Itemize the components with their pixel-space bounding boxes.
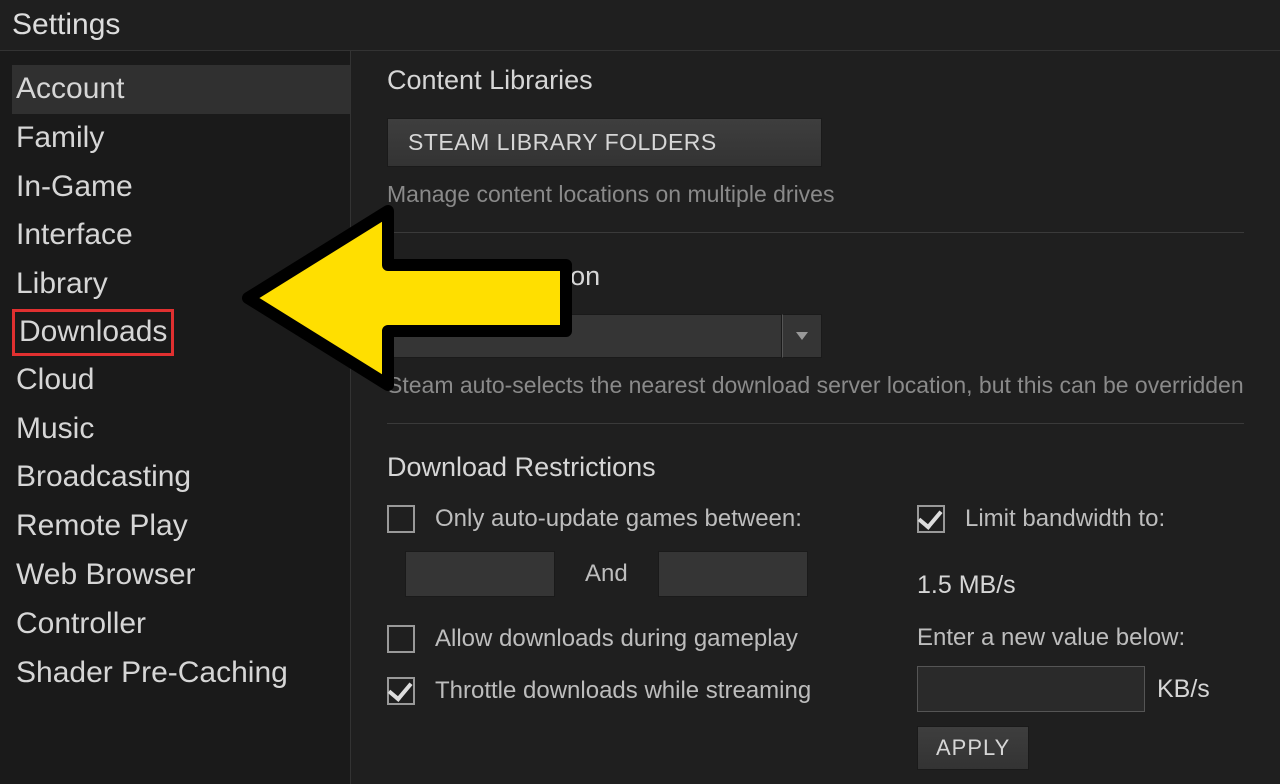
sidebar-item-web-browser[interactable]: Web Browser (12, 551, 350, 600)
sidebar-item-in-game[interactable]: In-Game (12, 163, 350, 212)
sidebar-item-interface[interactable]: Interface (12, 211, 350, 260)
content-libraries-hint: Manage content locations on multiple dri… (387, 181, 1244, 208)
allow-gameplay-row: Allow downloads during gameplay (387, 625, 857, 653)
limit-bandwidth-label: Limit bandwidth to: (965, 505, 1165, 533)
main-panel: Content Libraries STEAM LIBRARY FOLDERS … (350, 51, 1280, 784)
download-restrictions-body: Only auto-update games between: And Allo… (387, 505, 1244, 770)
divider (387, 423, 1244, 424)
sidebar-item-cloud[interactable]: Cloud (12, 356, 350, 405)
bandwidth-value-input[interactable] (917, 666, 1145, 712)
throttle-streaming-row: Throttle downloads while streaming (387, 677, 857, 705)
apply-button[interactable]: APPLY (917, 726, 1029, 770)
sidebar-item-broadcasting[interactable]: Broadcasting (12, 453, 350, 502)
sidebar-item-family[interactable]: Family (12, 114, 350, 163)
restrictions-right-column: Limit bandwidth to: 1.5 MB/s Enter a new… (917, 505, 1244, 770)
download-region-hint: Steam auto-selects the nearest download … (387, 372, 1244, 399)
sidebar-item-downloads[interactable]: Downloads (12, 309, 174, 356)
sidebar-item-remote-play[interactable]: Remote Play (12, 502, 350, 551)
sidebar: Account Family In-Game Interface Library… (0, 51, 350, 784)
steam-library-folders-button[interactable]: STEAM LIBRARY FOLDERS (387, 118, 822, 167)
time-from-input[interactable] (405, 551, 555, 597)
sidebar-item-library[interactable]: Library (12, 260, 350, 309)
limit-bandwidth-checkbox[interactable] (917, 505, 945, 533)
download-region-title: Download Region (387, 261, 1244, 292)
time-range-row: And (405, 551, 857, 597)
download-region-dropdown[interactable] (387, 314, 822, 358)
auto-update-row: Only auto-update games between: (387, 505, 857, 533)
throttle-streaming-label: Throttle downloads while streaming (435, 677, 811, 705)
divider (387, 232, 1244, 233)
restrictions-left-column: Only auto-update games between: And Allo… (387, 505, 857, 770)
content-area: Account Family In-Game Interface Library… (0, 51, 1280, 784)
sidebar-item-shader-pre-caching[interactable]: Shader Pre-Caching (12, 649, 350, 698)
current-limit-value: 1.5 MB/s (917, 571, 1244, 600)
time-to-input[interactable] (658, 551, 808, 597)
download-restrictions-title: Download Restrictions (387, 452, 1244, 483)
sidebar-item-controller[interactable]: Controller (12, 600, 350, 649)
chevron-down-icon[interactable] (782, 314, 822, 358)
allow-gameplay-label: Allow downloads during gameplay (435, 625, 798, 653)
new-value-hint: Enter a new value below: (917, 624, 1244, 652)
new-value-row: KB/s (917, 666, 1244, 712)
download-region-value[interactable] (387, 314, 782, 358)
allow-gameplay-checkbox[interactable] (387, 625, 415, 653)
bandwidth-unit-label: KB/s (1157, 675, 1210, 704)
limit-bandwidth-row: Limit bandwidth to: (917, 505, 1244, 533)
auto-update-label: Only auto-update games between: (435, 505, 802, 533)
sidebar-item-music[interactable]: Music (12, 405, 350, 454)
content-libraries-title: Content Libraries (387, 65, 1244, 96)
time-and-label: And (585, 560, 628, 588)
auto-update-checkbox[interactable] (387, 505, 415, 533)
throttle-streaming-checkbox[interactable] (387, 677, 415, 705)
sidebar-item-account[interactable]: Account (12, 65, 350, 114)
window-title: Settings (0, 0, 1280, 51)
